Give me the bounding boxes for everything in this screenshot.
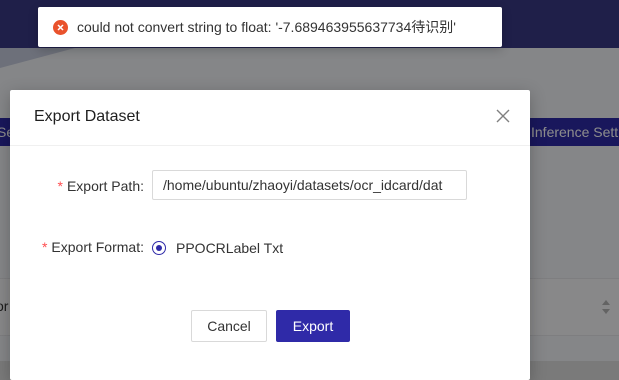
- close-icon[interactable]: [494, 107, 512, 125]
- dialog-header: Export Dataset: [10, 90, 530, 146]
- export-path-label: * Export Path:: [57, 178, 145, 194]
- error-toast: could not convert string to float: '-7.6…: [38, 7, 502, 47]
- format-option-label[interactable]: PPOCRLabel Txt: [176, 240, 283, 256]
- toast-message: could not convert string to float: '-7.6…: [77, 19, 456, 35]
- export-format-label-text: Export Format: [51, 239, 141, 255]
- cancel-button[interactable]: Cancel: [191, 310, 267, 342]
- export-button[interactable]: Export: [276, 310, 350, 342]
- export-dataset-dialog: Export Dataset *Export Path: *Export For…: [10, 90, 530, 380]
- radio-selected-dot: [156, 245, 162, 251]
- format-option-ppocrlabel[interactable]: PPOCRLabel Txt: [152, 238, 283, 258]
- dialog-title: Export Dataset: [34, 108, 140, 125]
- required-marker: *: [57, 178, 63, 194]
- required-marker: *: [41, 239, 48, 255]
- radio-button[interactable]: [152, 241, 166, 255]
- error-circle-icon: [53, 19, 68, 35]
- export-format-label: * Export Format:: [41, 239, 144, 255]
- export-path-label-text: Export Path: [66, 178, 141, 194]
- export-path-input[interactable]: [152, 170, 467, 200]
